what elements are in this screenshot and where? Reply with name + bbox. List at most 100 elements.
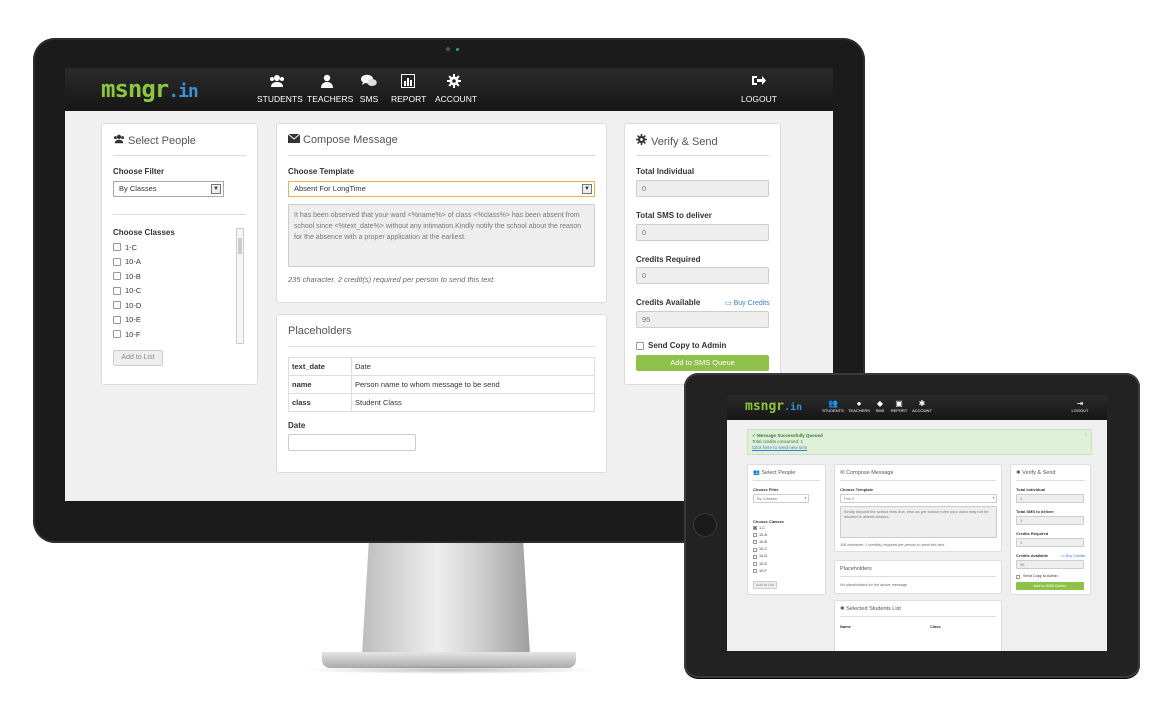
class-checkbox[interactable] bbox=[113, 330, 121, 338]
nav-label: SMS bbox=[875, 408, 885, 413]
success-alert: ✓ Message Successfully Queued Total cred… bbox=[747, 429, 1092, 455]
device-mockup-stage: msngr.in STUDENTS TEACHERS SMS REPORT AC… bbox=[0, 0, 1170, 716]
monitor-stand bbox=[362, 543, 530, 655]
class-label: 10-A bbox=[759, 532, 768, 537]
camera bbox=[446, 47, 450, 51]
brand-logo[interactable]: msngr.in bbox=[101, 75, 199, 103]
tablet-buy-credits-link[interactable]: ▭ Buy Credits bbox=[1061, 553, 1085, 558]
tablet-brand-logo[interactable]: msngr.in bbox=[745, 399, 802, 414]
nav-students[interactable]: STUDENTS bbox=[257, 74, 303, 104]
tablet-nav-teachers[interactable]: ● TEACHERS bbox=[848, 399, 870, 413]
tablet-message-textarea[interactable]: Kindly deposit the school fees due, else… bbox=[840, 506, 997, 538]
tablet-nav-account[interactable]: ✱ ACCOUNT bbox=[911, 399, 933, 413]
placeholder-desc: Date bbox=[351, 357, 595, 376]
filter-value: By Classes bbox=[757, 496, 778, 501]
tablet-nav-sms[interactable]: ◆ SMS bbox=[873, 399, 887, 413]
class-checkbox[interactable] bbox=[753, 554, 757, 559]
credit-card-icon: ▭ bbox=[725, 300, 734, 307]
filter-select[interactable]: By Classes ▼ bbox=[113, 181, 224, 197]
tablet-home-button bbox=[693, 513, 717, 537]
tablet-char-note: 106 character. 1 credit(s) required per … bbox=[840, 543, 945, 547]
nav-label: TEACHERS bbox=[848, 408, 870, 413]
close-alert-button[interactable]: × bbox=[1084, 432, 1087, 438]
class-label: 10-D bbox=[125, 300, 142, 310]
class-checkbox[interactable] bbox=[753, 540, 757, 545]
select-people-heading: Select People bbox=[113, 134, 246, 156]
total-individual-label: Total Individual bbox=[636, 167, 695, 176]
tablet-add-to-list-button[interactable]: Add to List bbox=[753, 581, 777, 589]
add-to-list-button[interactable]: Add to List bbox=[113, 350, 163, 366]
class-checkbox[interactable] bbox=[113, 301, 121, 309]
date-input[interactable] bbox=[288, 434, 416, 451]
tablet-nav-students[interactable]: 👥 STUDENTS bbox=[822, 399, 844, 413]
class-label: 10-D bbox=[759, 554, 768, 559]
tablet-nav-logout[interactable]: ⇥ LOGOUT bbox=[1069, 399, 1091, 413]
verify-heading: Verify & Send bbox=[636, 134, 769, 156]
nav-sms[interactable]: SMS bbox=[354, 74, 384, 104]
scrollbar-thumb[interactable] bbox=[238, 238, 242, 254]
column-header-class: Class bbox=[930, 624, 941, 629]
classes-scrollbar[interactable] bbox=[236, 228, 244, 344]
class-label: 10-F bbox=[759, 568, 767, 573]
placeholder-key: class bbox=[288, 393, 352, 412]
bar-chart-icon bbox=[391, 74, 425, 91]
tablet-placeholders-panel: Placeholders No placeholders for the abo… bbox=[834, 560, 1002, 594]
class-checkbox[interactable] bbox=[753, 533, 757, 538]
nav-teachers-label: TEACHERS bbox=[307, 94, 354, 104]
bar-chart-icon: ▣ bbox=[895, 399, 903, 408]
table-row: text_date Date bbox=[288, 357, 595, 376]
credits-available-field: 95 bbox=[636, 311, 769, 328]
tablet-navbar: msngr.in 👥 STUDENTS ● TEACHERS ◆ SMS ▣ REPOR… bbox=[727, 395, 1107, 420]
envelope-icon bbox=[287, 133, 303, 146]
chevron-down-icon: ▼ bbox=[804, 496, 807, 500]
credits-available-field: 95 bbox=[1016, 560, 1084, 569]
nav-label: LOGOUT bbox=[1071, 408, 1089, 413]
tablet-select-people-panel: 👥 Select People Choose Filter By Classes… bbox=[747, 464, 826, 595]
class-checkbox[interactable] bbox=[113, 315, 121, 324]
nav-teachers[interactable]: TEACHERS bbox=[307, 74, 354, 104]
nav-students-label: STUDENTS bbox=[257, 94, 303, 104]
panel-title: Select People bbox=[761, 470, 796, 476]
table-row: name Person name to whom message to be se… bbox=[288, 375, 595, 394]
class-checkbox[interactable] bbox=[113, 286, 121, 295]
class-checkbox[interactable] bbox=[753, 569, 757, 574]
total-sms-label: Total SMS to deliver bbox=[1016, 509, 1054, 514]
tablet-template-select[interactable]: Fee 2 ▼ bbox=[840, 494, 997, 503]
placeholder-key: text_date bbox=[288, 357, 352, 376]
buy-credits-link[interactable]: ▭ Buy Credits bbox=[725, 299, 770, 307]
add-to-sms-queue-button[interactable]: Add to SMS Queue bbox=[636, 355, 769, 371]
tablet-nav-report[interactable]: ▣ REPORT bbox=[890, 399, 908, 413]
logout-icon: ⇥ bbox=[1076, 399, 1084, 408]
total-sms-label: Total SMS to deliver bbox=[636, 211, 712, 220]
user-icon bbox=[307, 74, 347, 91]
class-checkbox[interactable] bbox=[753, 547, 757, 552]
nav-report[interactable]: REPORT bbox=[391, 74, 426, 104]
tablet-bezel: msngr.in 👥 STUDENTS ● TEACHERS ◆ SMS ▣ REPOR… bbox=[684, 373, 1140, 678]
nav-logout[interactable]: LOGOUT bbox=[741, 74, 777, 104]
class-label: 10-C bbox=[125, 286, 142, 295]
class-checkbox[interactable] bbox=[113, 272, 121, 280]
template-select[interactable]: Absent For LongTime ▼ bbox=[288, 181, 595, 197]
tablet-send-copy-checkbox[interactable] bbox=[1016, 575, 1020, 579]
panel-title: Verify & Send bbox=[1022, 470, 1056, 476]
choose-template-label: Choose Template bbox=[840, 487, 874, 492]
placeholders-panel: Placeholders text_date Date name Person na… bbox=[276, 314, 607, 473]
tablet-selected-students-panel: ✱ Selected Students List Name Class bbox=[834, 600, 1002, 651]
class-checkbox[interactable] bbox=[113, 243, 121, 251]
tablet-compose-heading: ✉ Compose Message bbox=[840, 470, 996, 481]
nav-label: REPORT bbox=[890, 408, 908, 413]
class-label: 10-A bbox=[125, 257, 141, 266]
class-checkbox[interactable] bbox=[753, 562, 757, 566]
message-textarea[interactable]: It has been observed that your ward <%na… bbox=[288, 204, 595, 267]
panel-title: Selected Students List bbox=[846, 606, 901, 612]
tablet-add-to-sms-queue-button[interactable]: Add to SMS Queue bbox=[1016, 582, 1084, 590]
send-new-sms-link[interactable]: Click here to send new sms bbox=[752, 445, 1087, 451]
tablet-filter-select[interactable]: By Classes ▼ bbox=[753, 494, 809, 503]
class-label: 1-C bbox=[759, 525, 766, 530]
class-checkbox[interactable] bbox=[113, 257, 121, 266]
nav-sms-label: SMS bbox=[359, 94, 379, 104]
class-checkbox[interactable] bbox=[753, 526, 757, 530]
class-label: 10-F bbox=[125, 329, 141, 339]
nav-account[interactable]: ACCOUNT bbox=[435, 74, 477, 104]
send-copy-admin-checkbox[interactable] bbox=[636, 342, 644, 350]
